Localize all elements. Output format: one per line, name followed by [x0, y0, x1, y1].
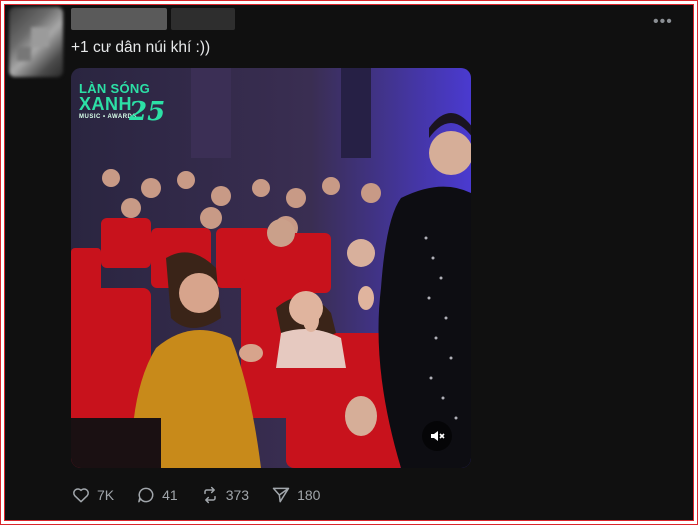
share-count: 180 [297, 487, 321, 503]
event-logo: LÀN SÓNG XANH MUSIC • AWARDS 25 [79, 82, 165, 127]
post-video[interactable]: LÀN SÓNG XANH MUSIC • AWARDS 25 [71, 68, 471, 468]
repost-icon [203, 486, 216, 504]
speaker-muted-icon[interactable] [422, 421, 452, 451]
author-handle-redacted [171, 8, 235, 30]
logo-number: 25 [129, 97, 166, 127]
video-frame [71, 68, 471, 468]
repost-button[interactable]: 373 [200, 485, 249, 505]
share-button[interactable]: 180 [271, 485, 320, 505]
reply-bubble-icon [138, 487, 154, 503]
action-bar: 7K 41 373 180 [71, 485, 342, 505]
post-caption: +1 cư dân núi khí :)) [71, 39, 211, 56]
heart-icon [73, 488, 89, 503]
repost-count: 373 [225, 487, 250, 503]
reply-button[interactable]: 41 [136, 485, 178, 505]
more-dots-icon[interactable]: ••• [653, 13, 673, 31]
avatar[interactable] [9, 7, 63, 77]
reply-count: 41 [162, 487, 178, 503]
like-count: 7K [97, 487, 115, 503]
author-name-redacted[interactable] [71, 8, 167, 30]
like-button[interactable]: 7K [71, 485, 114, 505]
send-icon [272, 487, 290, 503]
post-card: ••• +1 cư dân núi khí :)) LÀN SÓNG XANH … [4, 4, 694, 521]
